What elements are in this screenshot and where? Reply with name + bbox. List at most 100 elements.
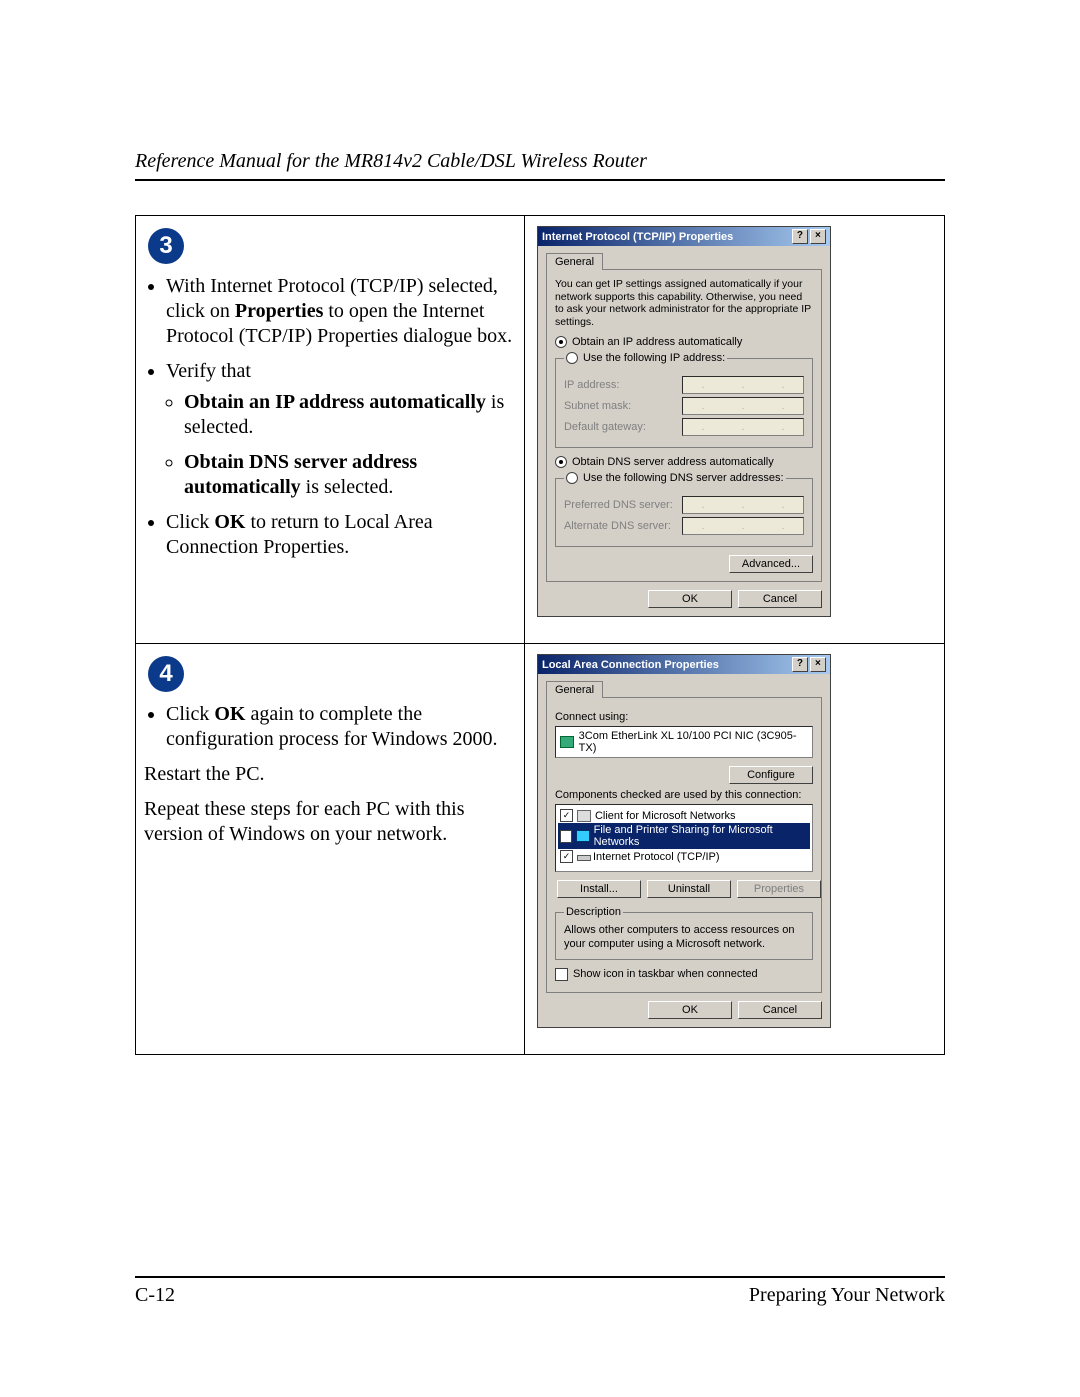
field-label: Subnet mask: (564, 400, 631, 412)
nic-icon (560, 736, 574, 748)
nic-name: 3Com EtherLink XL 10/100 PCI NIC (3C905-… (579, 730, 808, 754)
field-gateway: Default gateway: ... (564, 418, 804, 436)
footer-rule (135, 1276, 945, 1278)
step3-sublist: Obtain an IP address automatically is se… (184, 390, 516, 500)
component-label: Client for Microsoft Networks (595, 810, 736, 822)
group-static-dns: Use the following DNS server addresses: … (555, 472, 813, 547)
radio-label: Use the following DNS server addresses: (583, 472, 784, 484)
tcpip-properties-dialog: Internet Protocol (TCP/IP) Properties ? … (537, 226, 831, 617)
list-item: Obtain DNS server address automatically … (184, 450, 516, 500)
field-label: Default gateway: (564, 421, 646, 433)
install-button[interactable]: Install... (557, 880, 641, 898)
ip-input[interactable]: ... (682, 496, 804, 514)
page-number: C-12 (135, 1284, 175, 1307)
list-item: With Internet Protocol (TCP/IP) selected… (166, 274, 516, 349)
properties-button[interactable]: Properties (737, 880, 821, 898)
checkbox-icon[interactable] (560, 830, 572, 843)
advanced-row: Advanced... (555, 555, 813, 573)
radio-label: Use the following IP address: (583, 352, 725, 364)
client-icon (577, 810, 591, 822)
help-icon[interactable]: ? (792, 657, 808, 672)
dialog-body: General Connect using: 3Com EtherLink XL… (538, 674, 830, 1026)
radio-obtain-ip[interactable]: Obtain an IP address automatically (555, 336, 813, 348)
bold: Properties (235, 300, 324, 322)
step-badge-3: 3 (148, 228, 184, 264)
configure-button[interactable]: Configure (729, 766, 813, 784)
dialog-title: Internet Protocol (TCP/IP) Properties (542, 231, 733, 243)
step4-dialog-cell: Local Area Connection Properties ? × Gen… (524, 644, 944, 1054)
list-item: Click OK again to complete the configura… (166, 702, 516, 752)
field-ip-address: IP address: ... (564, 376, 804, 394)
help-icon[interactable]: ? (792, 229, 808, 244)
component-button-row: Install... Uninstall Properties (555, 880, 813, 898)
tab-general[interactable]: General (546, 253, 603, 270)
checkbox-icon[interactable]: ✓ (560, 809, 573, 822)
tab-general[interactable]: General (546, 681, 603, 698)
group-legend: Description (564, 906, 623, 918)
running-header: Reference Manual for the MR814v2 Cable/D… (135, 150, 945, 173)
table-row: 3 With Internet Protocol (TCP/IP) select… (136, 216, 945, 644)
advanced-button[interactable]: Advanced... (729, 555, 813, 573)
list-item: Click OK to return to Local Area Connect… (166, 510, 516, 560)
label-components: Components checked are used by this conn… (555, 789, 813, 801)
close-icon[interactable]: × (810, 657, 826, 672)
bold: OK (214, 703, 245, 725)
dialog-titlebar[interactable]: Local Area Connection Properties ? × (538, 655, 830, 674)
radio-label: Obtain DNS server address automatically (572, 456, 774, 468)
ip-input[interactable]: ... (682, 418, 804, 436)
paragraph: Repeat these steps for each PC with this… (144, 797, 516, 847)
list-item[interactable]: ✓ Internet Protocol (TCP/IP) (558, 849, 810, 864)
ok-button[interactable]: OK (648, 590, 732, 608)
radio-obtain-dns[interactable]: Obtain DNS server address automatically (555, 456, 813, 468)
share-icon (576, 830, 589, 842)
components-listbox[interactable]: ✓ Client for Microsoft Networks File and… (555, 804, 813, 872)
dialog-button-row: OK Cancel (546, 590, 822, 608)
bold: OK (214, 511, 245, 533)
tcp-icon (577, 852, 589, 862)
field-subnet: Subnet mask: ... (564, 397, 804, 415)
list-item: Verify that Obtain an IP address automat… (166, 359, 516, 500)
group-static-ip: Use the following IP address: IP address… (555, 352, 813, 448)
close-icon[interactable]: × (810, 229, 826, 244)
dialog-button-row: OK Cancel (546, 1001, 822, 1019)
cancel-button[interactable]: Cancel (738, 1001, 822, 1019)
table-row: 4 Click OK again to complete the configu… (136, 644, 945, 1054)
dialog-description: You can get IP settings assigned automat… (555, 278, 813, 328)
radio-icon[interactable] (566, 472, 578, 484)
page-footer: C-12 Preparing Your Network (135, 1268, 945, 1307)
radio-icon[interactable] (566, 352, 578, 364)
checkbox-icon[interactable] (555, 968, 568, 981)
radio-label: Obtain an IP address automatically (572, 336, 742, 348)
text: Click (166, 703, 214, 725)
list-item: Obtain an IP address automatically is se… (184, 390, 516, 440)
list-item[interactable]: File and Printer Sharing for Microsoft N… (558, 823, 810, 849)
checkbox-icon[interactable]: ✓ (560, 850, 573, 863)
radio-icon (555, 456, 567, 468)
ip-input[interactable]: ... (682, 397, 804, 415)
radio-icon (555, 336, 567, 348)
field-label: IP address: (564, 379, 619, 391)
lan-properties-dialog: Local Area Connection Properties ? × Gen… (537, 654, 831, 1027)
ok-button[interactable]: OK (648, 1001, 732, 1019)
cancel-button[interactable]: Cancel (738, 590, 822, 608)
step-badge-4: 4 (148, 656, 184, 692)
step4-text-cell: 4 Click OK again to complete the configu… (136, 644, 525, 1054)
uninstall-button[interactable]: Uninstall (647, 880, 731, 898)
component-label: File and Printer Sharing for Microsoft N… (594, 824, 808, 848)
list-item[interactable]: ✓ Client for Microsoft Networks (558, 808, 810, 823)
text: Verify that (166, 360, 251, 382)
paragraph: Restart the PC. (144, 762, 516, 787)
dialog-titlebar[interactable]: Internet Protocol (TCP/IP) Properties ? … (538, 227, 830, 246)
step3-list: With Internet Protocol (TCP/IP) selected… (166, 274, 516, 560)
ip-input[interactable]: ... (682, 376, 804, 394)
field-label: Alternate DNS server: (564, 520, 671, 532)
ip-input[interactable]: ... (682, 517, 804, 535)
text: Click (166, 511, 214, 533)
page: Reference Manual for the MR814v2 Cable/D… (0, 0, 1080, 1397)
nic-field: 3Com EtherLink XL 10/100 PCI NIC (3C905-… (555, 726, 813, 758)
show-icon-checkbox-row[interactable]: Show icon in taskbar when connected (555, 968, 813, 981)
checkbox-label: Show icon in taskbar when connected (573, 968, 758, 980)
component-label: Internet Protocol (TCP/IP) (593, 851, 720, 863)
description-text: Allows other computers to access resourc… (564, 924, 804, 950)
field-alt-dns: Alternate DNS server: ... (564, 517, 804, 535)
